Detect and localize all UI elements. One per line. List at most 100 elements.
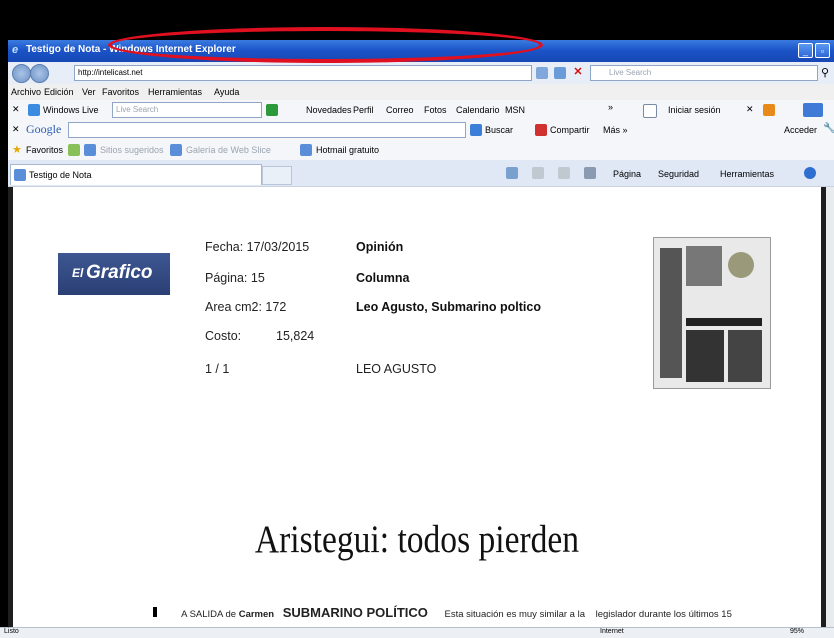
link-msn[interactable]: MSN xyxy=(505,105,525,115)
add-favorite-icon[interactable] xyxy=(68,144,80,156)
menu-ver[interactable]: Ver xyxy=(82,87,96,97)
menu-archivo[interactable]: Archivo xyxy=(11,87,41,97)
mail-icon[interactable] xyxy=(558,167,570,179)
compartir-button[interactable]: Compartir xyxy=(550,125,590,135)
address-toolbar: http://intelicast.net ✕ Live Search ⚲ xyxy=(8,62,834,85)
forward-button[interactable] xyxy=(30,64,49,83)
tab-page-icon xyxy=(14,169,26,181)
note-type: Columna xyxy=(356,271,410,285)
restore-button[interactable]: ▫ xyxy=(815,43,830,58)
favorites-star-icon: ★ xyxy=(12,144,22,156)
logo-el: El xyxy=(72,266,84,280)
menu-bar: Archivo Edición Ver Favoritos Herramient… xyxy=(8,84,834,101)
vertical-scrollbar[interactable] xyxy=(826,187,834,627)
col1-bold: Carmen xyxy=(238,609,275,620)
section: Opinión xyxy=(356,240,404,254)
author: LEO AGUSTO xyxy=(356,362,437,376)
article-headline: Aristegui: todos pierden xyxy=(254,518,580,561)
link-novedades[interactable]: Novedades xyxy=(306,105,352,115)
favorites-bar: ★ Favoritos Sitios sugeridos Galería de … xyxy=(8,140,834,161)
live-search-go-icon[interactable] xyxy=(266,104,278,116)
signin-link[interactable]: Iniciar sesión xyxy=(668,105,721,115)
google-search-input[interactable] xyxy=(68,122,466,138)
logo-grafico: Grafico xyxy=(86,262,153,283)
address-url: http://intelicast.net xyxy=(78,68,143,77)
menu-favoritos[interactable]: Favoritos xyxy=(102,87,139,97)
close-toolbar-icon[interactable]: ✕ xyxy=(12,104,20,115)
costo-label: Costo: xyxy=(205,329,242,343)
new-tab-button[interactable] xyxy=(262,166,292,185)
fav-galeria-web-slice[interactable]: Galería de Web Slice xyxy=(186,145,271,155)
windows-live-label: Windows Live xyxy=(43,105,99,115)
status-bar: Listo Internet 95% xyxy=(0,627,834,638)
window-title: Testigo de Nota - Windows Internet Explo… xyxy=(26,44,236,55)
google-toolbar: ✕ Google Buscar Compartir Más » Acceder … xyxy=(8,120,834,141)
windows-live-toolbar: ✕ Windows Live Live Search Novedades Per… xyxy=(8,100,834,121)
windows-live-icon xyxy=(28,104,40,116)
close-icon[interactable]: ✕ xyxy=(746,104,754,115)
stop-icon[interactable]: ✕ xyxy=(572,67,584,79)
menu-ayuda[interactable]: Ayuda xyxy=(214,87,239,97)
link-fotos[interactable]: Fotos xyxy=(424,105,447,115)
ie-page-icon xyxy=(300,144,312,156)
live-search-placeholder: Live Search xyxy=(116,105,159,114)
ie-page-icon xyxy=(84,144,96,156)
more-links-button[interactable]: » xyxy=(608,102,613,112)
tab-testigo-de-nota[interactable]: Testigo de Nota xyxy=(10,164,262,185)
tab-title: Testigo de Nota xyxy=(29,170,92,180)
google-search-icon[interactable] xyxy=(470,124,482,136)
address-input[interactable]: http://intelicast.net xyxy=(74,65,532,81)
live-search-input[interactable]: Live Search xyxy=(112,102,262,118)
checkbox-icon[interactable] xyxy=(643,104,657,118)
ie-logo-icon: e xyxy=(12,44,19,56)
compat-icon[interactable] xyxy=(554,67,566,79)
messenger-icon[interactable] xyxy=(763,104,775,116)
search-placeholder: Live Search xyxy=(609,68,652,77)
wrench-icon[interactable]: 🔧 xyxy=(823,123,834,134)
search-input[interactable]: Live Search xyxy=(590,65,818,81)
el-grafico-logo: El Grafico xyxy=(58,253,170,295)
menu-seguridad[interactable]: Seguridad xyxy=(658,169,699,179)
costo-value: 15,824 xyxy=(276,329,315,343)
col1-text: A SALIDA de xyxy=(181,609,237,620)
acceder-button[interactable]: Acceder xyxy=(784,125,817,135)
link-correo[interactable]: Correo xyxy=(386,105,414,115)
link-calendario[interactable]: Calendario xyxy=(456,105,500,115)
home-icon[interactable] xyxy=(506,167,518,179)
fav-sitios-sugeridos[interactable]: Sitios sugeridos xyxy=(100,145,164,155)
fav-hotmail-gratuito[interactable]: Hotmail gratuito xyxy=(316,145,379,155)
minimize-button[interactable]: _ xyxy=(798,43,813,58)
menu-edicion[interactable]: Edición xyxy=(44,87,74,97)
mas-button[interactable]: Más » xyxy=(603,125,628,135)
search-icon[interactable]: ⚲ xyxy=(821,66,829,79)
col2-text: Esta situación es muy similar a la xyxy=(444,609,585,620)
tab-bar: Testigo de Nota Página Seguridad Herrami… xyxy=(8,160,834,187)
favorites-button[interactable]: Favoritos xyxy=(26,145,63,155)
fecha: Fecha: 17/03/2015 xyxy=(205,240,310,254)
back-button[interactable] xyxy=(12,64,31,83)
close-google-toolbar-icon[interactable]: ✕ xyxy=(12,124,20,135)
ie-page-icon xyxy=(170,144,182,156)
newspaper-thumbnail[interactable] xyxy=(653,237,771,389)
page-content: El Grafico Fecha: 17/03/2015 Página: 15 … xyxy=(8,187,826,627)
live-search-icon[interactable] xyxy=(803,103,823,117)
buscar-button[interactable]: Buscar xyxy=(485,125,513,135)
help-icon[interactable] xyxy=(804,167,816,179)
article-text-line: A SALIDA de Carmen SUBMARINO POLÍTICO Es… xyxy=(153,605,732,620)
refresh-icon[interactable] xyxy=(536,67,548,79)
link-perfil[interactable]: Perfil xyxy=(353,105,374,115)
print-icon[interactable] xyxy=(584,167,596,179)
feeds-icon[interactable] xyxy=(532,167,544,179)
menu-herramientas[interactable]: Herramientas xyxy=(148,87,202,97)
page-count: 1 / 1 xyxy=(205,362,230,376)
menu-herramientas-cmd[interactable]: Herramientas xyxy=(720,169,774,179)
menu-pagina[interactable]: Página xyxy=(613,169,641,179)
pagina: Página: 15 xyxy=(205,271,265,285)
note-title: Leo Agusto, Submarino poltico xyxy=(356,300,541,314)
status-text: Listo xyxy=(4,628,19,635)
col3-text: legislador durante los últimos 15 xyxy=(595,609,732,620)
kicker: SUBMARINO POLÍTICO xyxy=(282,605,428,620)
zoom-level[interactable]: 95% xyxy=(790,628,804,635)
area: Area cm2: 172 xyxy=(205,300,287,314)
share-icon[interactable] xyxy=(535,124,547,136)
